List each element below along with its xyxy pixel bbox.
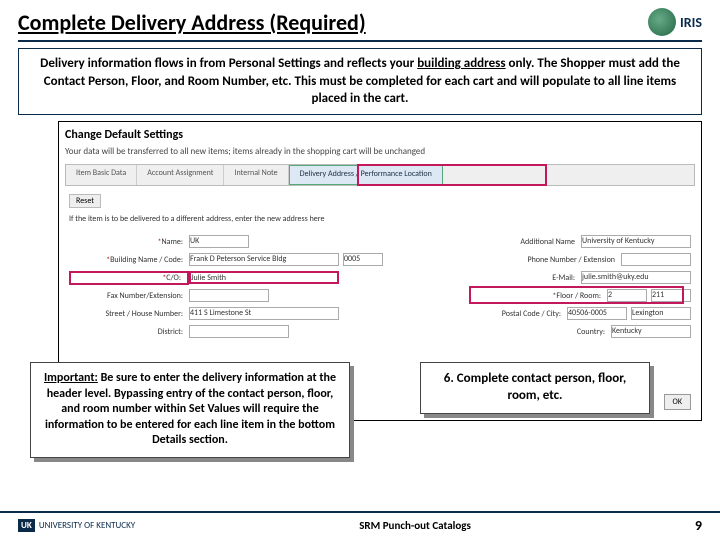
step6-callout: 6. Complete contact person, floor, room,…	[420, 362, 650, 414]
input-phone[interactable]	[621, 253, 691, 266]
important-callout: Important: Be sure to enter the delivery…	[30, 362, 350, 458]
input-co[interactable]: Julie Smith	[189, 271, 339, 284]
page-title: Complete Delivery Address (Required)	[18, 9, 366, 36]
input-room[interactable]: 211	[651, 289, 691, 302]
tab-account[interactable]: Account Assignment	[137, 165, 224, 185]
dialog-title: Change Default Settings	[65, 128, 183, 142]
tab-note[interactable]: Internal Note	[224, 165, 288, 185]
label-floor: *Floor / Room:	[527, 291, 607, 301]
label-co: *C/O:	[69, 271, 189, 285]
input-floor[interactable]: 2	[607, 289, 647, 302]
title-divider	[18, 40, 702, 42]
input-email[interactable]: julie.smith@uky.edu	[581, 271, 691, 284]
input-district[interactable]	[189, 325, 289, 338]
input-fax[interactable]	[189, 289, 269, 302]
input-city[interactable]: Lexington	[631, 307, 691, 320]
slide-number: 9	[695, 517, 702, 534]
label-street: Street / House Number:	[69, 309, 189, 319]
label-postal: Postal Code / City:	[467, 309, 567, 319]
dialog-subtext: Your data will be transferred to all new…	[65, 146, 425, 157]
reset-button[interactable]: Reset	[69, 194, 101, 208]
label-name: *Name:	[69, 237, 189, 247]
label-country: Country:	[551, 327, 611, 337]
label-building: *Building Name / Code:	[69, 255, 189, 265]
label-email: E-Mail:	[531, 273, 581, 283]
input-building-code[interactable]: 0005	[343, 253, 383, 266]
uk-logo: UKUNIVERSITY OF KENTUCKY	[18, 519, 135, 532]
tab-strip: Item Basic Data Account Assignment Inter…	[65, 164, 695, 186]
label-addl: Additional Name	[461, 237, 581, 247]
footer-title: SRM Punch-out Catalogs	[135, 519, 695, 532]
ok-button[interactable]: OK	[664, 394, 691, 410]
slide-footer: UKUNIVERSITY OF KENTUCKY SRM Punch-out C…	[0, 511, 720, 534]
input-street[interactable]: 411 S Limestone St	[189, 307, 339, 320]
tab-item-basic[interactable]: Item Basic Data	[66, 165, 137, 185]
input-building[interactable]: Frank D Peterson Service Bldg	[189, 253, 339, 266]
iris-logo: IRIS	[648, 8, 702, 36]
form-note: If the item is to be delivered to a diff…	[69, 214, 324, 224]
input-name[interactable]: UK	[189, 235, 249, 248]
intro-callout: Delivery information flows in from Perso…	[18, 48, 702, 115]
label-district: District:	[69, 327, 189, 337]
label-phone: Phone Number / Extension	[491, 255, 621, 265]
iris-icon	[648, 8, 676, 36]
label-fax: Fax Number/Extension:	[69, 291, 189, 301]
input-postal[interactable]: 40506-0005	[567, 307, 627, 320]
input-addl[interactable]: University of Kentucky	[581, 235, 691, 248]
tab-delivery[interactable]: Delivery Address / Performance Location	[289, 165, 443, 185]
input-country[interactable]: Kentucky	[611, 325, 691, 338]
